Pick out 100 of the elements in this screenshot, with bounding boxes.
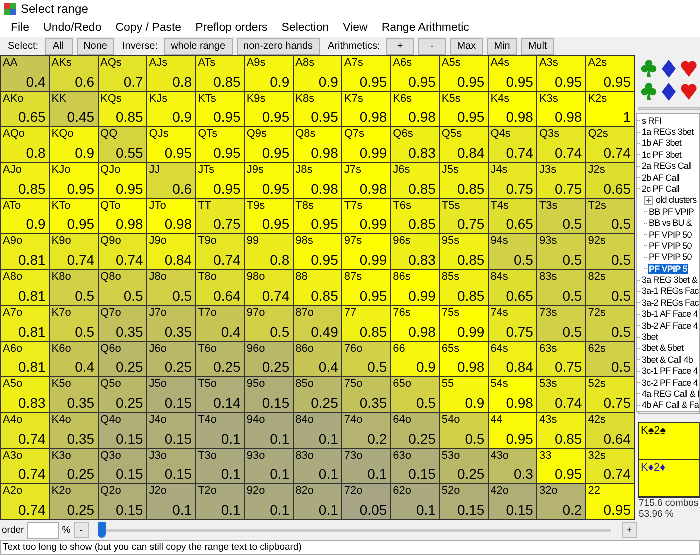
- hand-cell[interactable]: T4o 0.1: [196, 412, 244, 448]
- hand-cell[interactable]: K4o 0.35: [50, 412, 98, 448]
- hand-cell[interactable]: AJo 0.85: [1, 163, 49, 198]
- hand-cell[interactable]: T9o 0.74: [196, 234, 244, 270]
- hand-cell[interactable]: J5o 0.15: [147, 377, 196, 412]
- hand-cell[interactable]: 96o 0.25: [244, 342, 293, 376]
- hand-cell[interactable]: 32o 0.2: [537, 484, 586, 519]
- hand-cell[interactable]: J6s 0.85: [391, 163, 439, 198]
- hand-cell[interactable]: JTs 0.95: [196, 163, 244, 198]
- scrollbar[interactable]: [638, 412, 700, 414]
- hand-cell[interactable]: T7o 0.4: [196, 306, 244, 341]
- plus-button[interactable]: +: [622, 522, 637, 538]
- tree-item[interactable]: PF VPIP 50: [648, 240, 693, 251]
- hand-cell[interactable]: Q4s 0.74: [488, 127, 536, 162]
- hand-cell[interactable]: A6o 0.81: [1, 342, 49, 376]
- tree-item[interactable]: 3a-1 REGs Fac: [641, 286, 700, 296]
- hand-cell[interactable]: T2s 0.5: [586, 198, 634, 234]
- hand-cell[interactable]: 43o 0.3: [488, 448, 536, 484]
- tree-item[interactable]: BB vs BU &: [648, 218, 694, 228]
- hand-cell[interactable]: T8s 0.95: [294, 198, 342, 234]
- hand-cell[interactable]: 84s 0.65: [488, 270, 536, 305]
- hand-cell[interactable]: 93o 0.1: [244, 448, 293, 484]
- hand-cell[interactable]: 44 0.95: [488, 412, 536, 448]
- hand-cell[interactable]: T8o 0.64: [196, 270, 244, 305]
- tree-item[interactable]: 4b AF Call & Fa: [641, 400, 700, 410]
- hand-cell[interactable]: A5s 0.95: [440, 56, 488, 91]
- hand-cell[interactable]: Q5o 0.25: [98, 377, 146, 412]
- expand-icon[interactable]: [644, 196, 653, 205]
- hand-cell[interactable]: J4s 0.75: [488, 163, 536, 198]
- hand-cell[interactable]: 63o 0.15: [391, 448, 439, 484]
- hand-cell[interactable]: 86o 0.4: [294, 342, 342, 376]
- hand-cell[interactable]: T7s 0.99: [342, 198, 390, 234]
- hand-cell[interactable]: Q6s 0.83: [391, 127, 439, 162]
- hand-cell[interactable]: A7o 0.81: [1, 306, 49, 341]
- hand-cell[interactable]: T6o 0.25: [196, 342, 244, 376]
- slider[interactable]: [100, 522, 611, 538]
- hand-cell[interactable]: K6o 0.4: [50, 342, 98, 376]
- hand-cell[interactable]: 93s 0.5: [537, 234, 586, 270]
- toolbar-button[interactable]: Min: [487, 38, 518, 54]
- menu-item[interactable]: Range Arithmetic: [374, 22, 476, 34]
- hand-cell[interactable]: A8s 0.9: [294, 56, 342, 91]
- toolbar-button[interactable]: non-zero hands: [236, 38, 320, 54]
- tree-item[interactable]: PF VPIP 50: [648, 252, 693, 262]
- hand-cell[interactable]: JJ 0.6: [147, 163, 196, 198]
- hand-cell[interactable]: ATo 0.9: [1, 198, 49, 234]
- hand-cell[interactable]: K5o 0.35: [50, 377, 98, 412]
- hand-cell[interactable]: Q7o 0.35: [98, 306, 146, 341]
- hand-cell[interactable]: K3o 0.25: [50, 448, 98, 484]
- hand-cell[interactable]: Q6o 0.25: [98, 342, 146, 376]
- hand-cell[interactable]: T9s 0.95: [244, 198, 293, 234]
- hand-cell[interactable]: 53s 0.74: [537, 377, 586, 412]
- hand-cell[interactable]: K7o 0.5: [50, 306, 98, 341]
- slider-thumb[interactable]: [98, 522, 106, 538]
- hand-cell[interactable]: 73s 0.5: [537, 306, 586, 341]
- tree-item[interactable]: 3bet & 5bet: [641, 343, 685, 354]
- hand-cell[interactable]: 84o 0.1: [294, 412, 342, 448]
- hand-cell[interactable]: K6s 0.98: [391, 92, 439, 126]
- hand-cell[interactable]: JTo 0.98: [147, 198, 196, 234]
- hand-cell[interactable]: Q8o 0.5: [98, 270, 146, 305]
- hand-cell[interactable]: KQo 0.9: [50, 127, 98, 162]
- hand-cell[interactable]: 64s 0.84: [488, 342, 536, 376]
- hand-cell[interactable]: QJo 0.95: [98, 163, 146, 198]
- hand-cell[interactable]: 98s 0.95: [294, 234, 342, 270]
- hand-cell[interactable]: 96s 0.83: [391, 234, 439, 270]
- hand-cell[interactable]: ATs 0.85: [196, 56, 244, 91]
- hand-cell[interactable]: T2o 0.1: [196, 484, 244, 519]
- hand-cell[interactable]: A4s 0.95: [488, 56, 536, 91]
- hand-cell[interactable]: A3s 0.95: [537, 56, 586, 91]
- hand-cell[interactable]: Q5s 0.84: [440, 127, 488, 162]
- hand-cell[interactable]: J2s 0.65: [586, 163, 634, 198]
- hand-cell[interactable]: KJs 0.9: [147, 92, 196, 126]
- tree-item[interactable]: 1b AF 3bet: [641, 138, 683, 148]
- hand-cell[interactable]: 85s 0.85: [440, 270, 488, 305]
- hand-cell[interactable]: Q8s 0.98: [294, 127, 342, 162]
- tree-item[interactable]: 3bet: [641, 332, 659, 342]
- hand-cell[interactable]: J5s 0.85: [440, 163, 488, 198]
- tree-item[interactable]: 3bet & Call 4b: [641, 354, 694, 365]
- hand-cell[interactable]: A2o 0.74: [1, 484, 49, 519]
- hand-cell[interactable]: 94s 0.5: [488, 234, 536, 270]
- toolbar-button[interactable]: Max: [450, 38, 484, 54]
- hand-cell[interactable]: A2s 0.95: [586, 56, 634, 91]
- tree-item[interactable]: 1c PF 3bet: [641, 150, 683, 160]
- toolbar-button[interactable]: +: [386, 38, 414, 54]
- hand-cell[interactable]: T3s 0.5: [537, 198, 586, 234]
- hand-cell[interactable]: J4o 0.15: [147, 412, 196, 448]
- minus-button[interactable]: -: [74, 522, 89, 538]
- hand-cell[interactable]: T4s 0.65: [488, 198, 536, 234]
- hand-cell[interactable]: KTs 0.95: [196, 92, 244, 126]
- hand-cell[interactable]: 82s 0.5: [586, 270, 634, 305]
- hand-cell[interactable]: J8o 0.5: [147, 270, 196, 305]
- tree-item[interactable]: PF VPIP 5: [648, 264, 688, 274]
- hand-cell[interactable]: T6s 0.85: [391, 198, 439, 234]
- toolbar-button[interactable]: All: [44, 38, 73, 54]
- hand-cell[interactable]: A4o 0.74: [1, 412, 49, 448]
- hand-cell[interactable]: 62o 0.1: [391, 484, 439, 519]
- hand-cell[interactable]: 77 0.85: [342, 306, 390, 341]
- hand-cell[interactable]: 42s 0.64: [586, 412, 634, 448]
- order-input[interactable]: [27, 522, 60, 538]
- hand-cell[interactable]: AQs 0.7: [98, 56, 146, 91]
- hand-cell[interactable]: QTo 0.98: [98, 198, 146, 234]
